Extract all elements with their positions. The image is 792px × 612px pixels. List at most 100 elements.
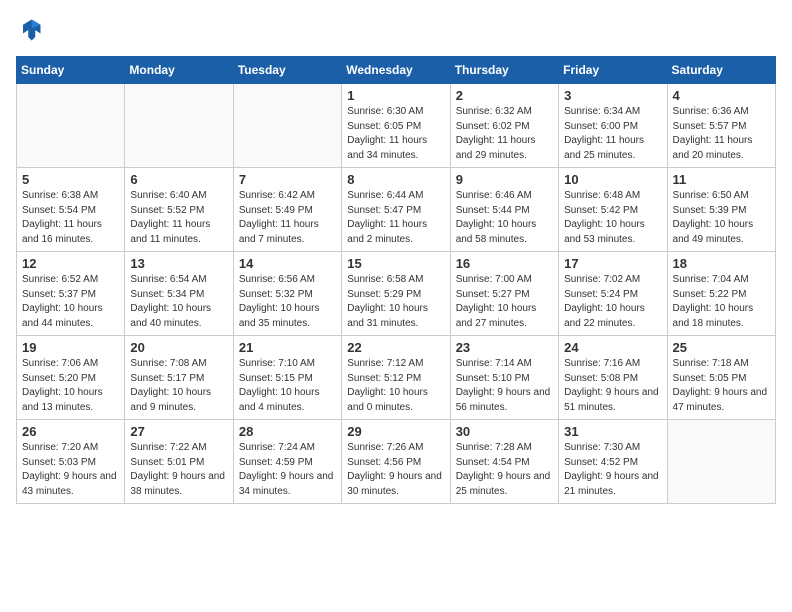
day-info: Sunrise: 7:00 AM Sunset: 5:27 PM Dayligh… <box>456 273 553 331</box>
day-header-monday: Monday <box>125 57 233 84</box>
day-info: Sunrise: 7:14 AM Sunset: 5:10 PM Dayligh… <box>456 357 553 415</box>
calendar-cell: 17 Sunrise: 7:02 AM Sunset: 5:24 PM Dayli… <box>559 252 667 336</box>
calendar-cell: 26 Sunrise: 7:20 AM Sunset: 5:03 PM Dayli… <box>17 420 125 504</box>
calendar-cell: 21Sunrise: 7:10 AM Sunset: 5:15 PM Dayli… <box>233 336 341 420</box>
day-info: Sunrise: 6:40 AM Sunset: 5:52 PM Dayligh… <box>130 189 227 247</box>
day-header-wednesday: Wednesday <box>342 57 450 84</box>
calendar-cell: 12Sunrise: 6:52 AM Sunset: 5:37 PM Dayli… <box>17 252 125 336</box>
day-number: 2 <box>456 88 553 103</box>
day-info: Sunrise: 6:58 AM Sunset: 5:29 PM Dayligh… <box>347 273 444 331</box>
calendar-cell <box>17 84 125 168</box>
day-info: Sunrise: 7:20 AM Sunset: 5:03 PM Dayligh… <box>22 441 119 499</box>
day-info: Sunrise: 7:18 AM Sunset: 5:05 PM Dayligh… <box>673 357 770 415</box>
day-number: 10 <box>564 172 661 187</box>
day-number: 25 <box>673 340 770 355</box>
calendar-cell: 9 Sunrise: 6:46 AM Sunset: 5:44 PM Daylig… <box>450 168 558 252</box>
day-number: 19 <box>22 340 119 355</box>
calendar-cell: 23 Sunrise: 7:14 AM Sunset: 5:10 PM Dayli… <box>450 336 558 420</box>
day-number: 5 <box>22 172 119 187</box>
calendar-cell: 8 Sunrise: 6:44 AM Sunset: 5:47 PM Daylig… <box>342 168 450 252</box>
calendar-cell: 3Sunrise: 6:34 AM Sunset: 6:00 PM Daylig… <box>559 84 667 168</box>
day-number: 23 <box>456 340 553 355</box>
calendar-cell <box>667 420 775 504</box>
day-number: 14 <box>239 256 336 271</box>
calendar-cell: 13 Sunrise: 6:54 AM Sunset: 5:34 PM Dayli… <box>125 252 233 336</box>
calendar-cell: 30 Sunrise: 7:28 AM Sunset: 4:54 PM Dayli… <box>450 420 558 504</box>
day-number: 28 <box>239 424 336 439</box>
day-header-sunday: Sunday <box>17 57 125 84</box>
day-info: Sunrise: 7:22 AM Sunset: 5:01 PM Dayligh… <box>130 441 227 499</box>
calendar-cell: 7Sunrise: 6:42 AM Sunset: 5:49 PM Daylig… <box>233 168 341 252</box>
day-info: Sunrise: 7:04 AM Sunset: 5:22 PM Dayligh… <box>673 273 770 331</box>
day-number: 3 <box>564 88 661 103</box>
calendar-cell: 1 Sunrise: 6:30 AM Sunset: 6:05 PM Daylig… <box>342 84 450 168</box>
day-header-saturday: Saturday <box>667 57 775 84</box>
calendar-week-row: 19 Sunrise: 7:06 AM Sunset: 5:20 PM Dayli… <box>17 336 776 420</box>
calendar-cell: 27Sunrise: 7:22 AM Sunset: 5:01 PM Dayli… <box>125 420 233 504</box>
calendar-cell: 31 Sunrise: 7:30 AM Sunset: 4:52 PM Dayli… <box>559 420 667 504</box>
calendar-cell: 11 Sunrise: 6:50 AM Sunset: 5:39 PM Dayli… <box>667 168 775 252</box>
calendar-cell: 16 Sunrise: 7:00 AM Sunset: 5:27 PM Dayli… <box>450 252 558 336</box>
calendar-cell: 25 Sunrise: 7:18 AM Sunset: 5:05 PM Dayli… <box>667 336 775 420</box>
day-number: 15 <box>347 256 444 271</box>
calendar-week-row: 12Sunrise: 6:52 AM Sunset: 5:37 PM Dayli… <box>17 252 776 336</box>
day-number: 1 <box>347 88 444 103</box>
day-number: 30 <box>456 424 553 439</box>
day-info: Sunrise: 7:30 AM Sunset: 4:52 PM Dayligh… <box>564 441 661 499</box>
day-info: Sunrise: 7:06 AM Sunset: 5:20 PM Dayligh… <box>22 357 119 415</box>
day-number: 11 <box>673 172 770 187</box>
day-number: 21 <box>239 340 336 355</box>
calendar-cell <box>125 84 233 168</box>
day-info: Sunrise: 6:50 AM Sunset: 5:39 PM Dayligh… <box>673 189 770 247</box>
day-number: 6 <box>130 172 227 187</box>
day-number: 17 <box>564 256 661 271</box>
day-number: 12 <box>22 256 119 271</box>
logo-icon <box>16 16 44 44</box>
day-number: 13 <box>130 256 227 271</box>
calendar-header-row: SundayMondayTuesdayWednesdayThursdayFrid… <box>17 57 776 84</box>
day-number: 16 <box>456 256 553 271</box>
day-info: Sunrise: 6:56 AM Sunset: 5:32 PM Dayligh… <box>239 273 336 331</box>
calendar-cell: 29 Sunrise: 7:26 AM Sunset: 4:56 PM Dayli… <box>342 420 450 504</box>
day-info: Sunrise: 7:26 AM Sunset: 4:56 PM Dayligh… <box>347 441 444 499</box>
day-header-friday: Friday <box>559 57 667 84</box>
day-info: Sunrise: 6:54 AM Sunset: 5:34 PM Dayligh… <box>130 273 227 331</box>
calendar-cell: 19 Sunrise: 7:06 AM Sunset: 5:20 PM Dayli… <box>17 336 125 420</box>
day-number: 7 <box>239 172 336 187</box>
day-number: 26 <box>22 424 119 439</box>
calendar-cell: 18 Sunrise: 7:04 AM Sunset: 5:22 PM Dayli… <box>667 252 775 336</box>
calendar-cell: 10 Sunrise: 6:48 AM Sunset: 5:42 PM Dayli… <box>559 168 667 252</box>
day-info: Sunrise: 6:46 AM Sunset: 5:44 PM Dayligh… <box>456 189 553 247</box>
day-info: Sunrise: 7:24 AM Sunset: 4:59 PM Dayligh… <box>239 441 336 499</box>
day-info: Sunrise: 7:28 AM Sunset: 4:54 PM Dayligh… <box>456 441 553 499</box>
day-info: Sunrise: 6:48 AM Sunset: 5:42 PM Dayligh… <box>564 189 661 247</box>
day-info: Sunrise: 6:30 AM Sunset: 6:05 PM Dayligh… <box>347 105 444 163</box>
calendar-cell: 15 Sunrise: 6:58 AM Sunset: 5:29 PM Dayli… <box>342 252 450 336</box>
day-info: Sunrise: 6:36 AM Sunset: 5:57 PM Dayligh… <box>673 105 770 163</box>
day-number: 4 <box>673 88 770 103</box>
day-number: 31 <box>564 424 661 439</box>
calendar-cell: 24Sunrise: 7:16 AM Sunset: 5:08 PM Dayli… <box>559 336 667 420</box>
day-info: Sunrise: 7:16 AM Sunset: 5:08 PM Dayligh… <box>564 357 661 415</box>
calendar-cell: 4 Sunrise: 6:36 AM Sunset: 5:57 PM Daylig… <box>667 84 775 168</box>
day-info: Sunrise: 6:44 AM Sunset: 5:47 PM Dayligh… <box>347 189 444 247</box>
day-number: 8 <box>347 172 444 187</box>
day-number: 20 <box>130 340 227 355</box>
day-info: Sunrise: 6:38 AM Sunset: 5:54 PM Dayligh… <box>22 189 119 247</box>
day-number: 29 <box>347 424 444 439</box>
calendar-cell: 20 Sunrise: 7:08 AM Sunset: 5:17 PM Dayli… <box>125 336 233 420</box>
calendar-table: SundayMondayTuesdayWednesdayThursdayFrid… <box>16 56 776 504</box>
day-header-tuesday: Tuesday <box>233 57 341 84</box>
logo <box>16 16 48 44</box>
day-header-thursday: Thursday <box>450 57 558 84</box>
day-number: 18 <box>673 256 770 271</box>
day-info: Sunrise: 7:08 AM Sunset: 5:17 PM Dayligh… <box>130 357 227 415</box>
day-info: Sunrise: 7:02 AM Sunset: 5:24 PM Dayligh… <box>564 273 661 331</box>
day-number: 9 <box>456 172 553 187</box>
calendar-cell: 5 Sunrise: 6:38 AM Sunset: 5:54 PM Daylig… <box>17 168 125 252</box>
page-header <box>16 16 776 44</box>
day-info: Sunrise: 6:32 AM Sunset: 6:02 PM Dayligh… <box>456 105 553 163</box>
calendar-cell: 14 Sunrise: 6:56 AM Sunset: 5:32 PM Dayli… <box>233 252 341 336</box>
calendar-week-row: 1 Sunrise: 6:30 AM Sunset: 6:05 PM Daylig… <box>17 84 776 168</box>
calendar-cell: 6 Sunrise: 6:40 AM Sunset: 5:52 PM Daylig… <box>125 168 233 252</box>
